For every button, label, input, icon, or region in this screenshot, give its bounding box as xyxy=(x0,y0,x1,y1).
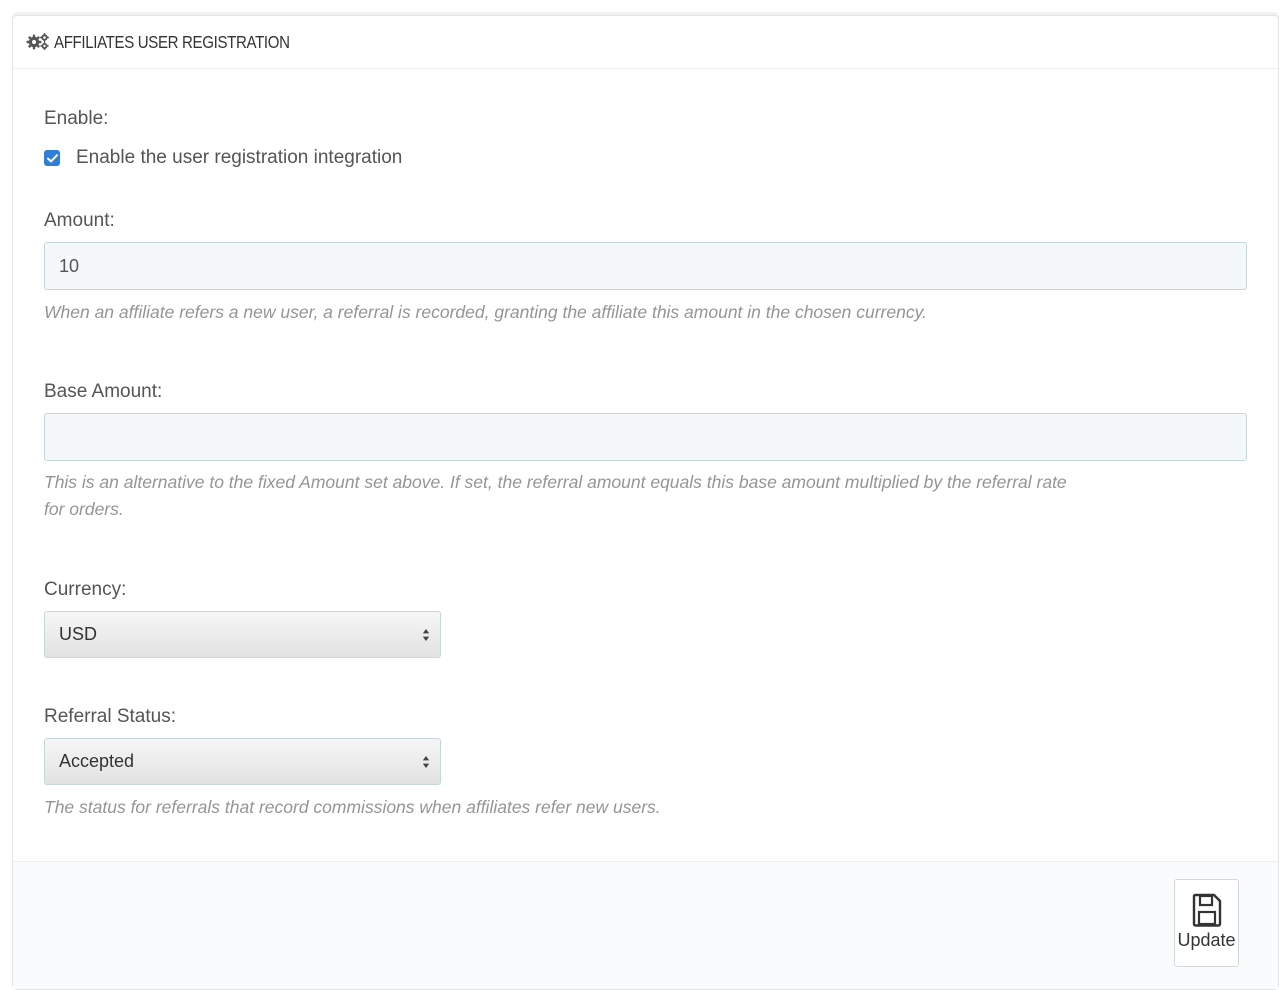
select-arrows-icon xyxy=(422,755,430,768)
referral-status-label: Referral Status: xyxy=(44,706,176,727)
enable-checkbox-row[interactable]: Enable the user registration integration xyxy=(44,147,402,169)
referral-status-select[interactable]: Accepted xyxy=(44,738,441,785)
update-button[interactable]: Update xyxy=(1174,879,1239,967)
base-amount-label: Base Amount: xyxy=(44,381,163,402)
panel-title: AFFILIATES USER REGISTRATION xyxy=(54,31,290,52)
referral-status-select-value: Accepted xyxy=(59,751,135,771)
enable-label: Enable: xyxy=(44,108,109,129)
amount-help-text: When an affiliate refers a new user, a r… xyxy=(44,302,927,322)
update-button-label: Update xyxy=(1177,930,1236,950)
referral-status-help-text: The status for referrals that record com… xyxy=(44,797,661,817)
enable-checkbox-label[interactable]: Enable the user registration integration xyxy=(76,147,402,169)
amount-label: Amount: xyxy=(44,210,115,231)
base-amount-input[interactable] xyxy=(44,413,1247,461)
save-icon xyxy=(1192,893,1221,927)
currency-label: Currency: xyxy=(44,579,127,600)
panel-footer: Update xyxy=(13,861,1278,989)
amount-input[interactable]: 10 xyxy=(44,242,1247,290)
currency-select-value: USD xyxy=(59,624,98,644)
base-amount-help-line-2: for orders. xyxy=(44,499,124,519)
base-amount-help-text: This is an alternative to the fixed Amou… xyxy=(44,469,1244,523)
panel-heading: AFFILIATES USER REGISTRATION xyxy=(13,16,1278,69)
amount-input-value: 10 xyxy=(59,255,80,276)
currency-select[interactable]: USD xyxy=(44,611,441,658)
affiliates-user-registration-panel: AFFILIATES USER REGISTRATION Enable: Ena… xyxy=(12,15,1279,990)
select-arrows-icon xyxy=(422,628,430,641)
checkmark-icon xyxy=(46,153,58,162)
gears-icon xyxy=(26,33,49,50)
enable-checkbox[interactable] xyxy=(44,150,60,166)
base-amount-help-line-1: This is an alternative to the fixed Amou… xyxy=(44,472,1067,492)
